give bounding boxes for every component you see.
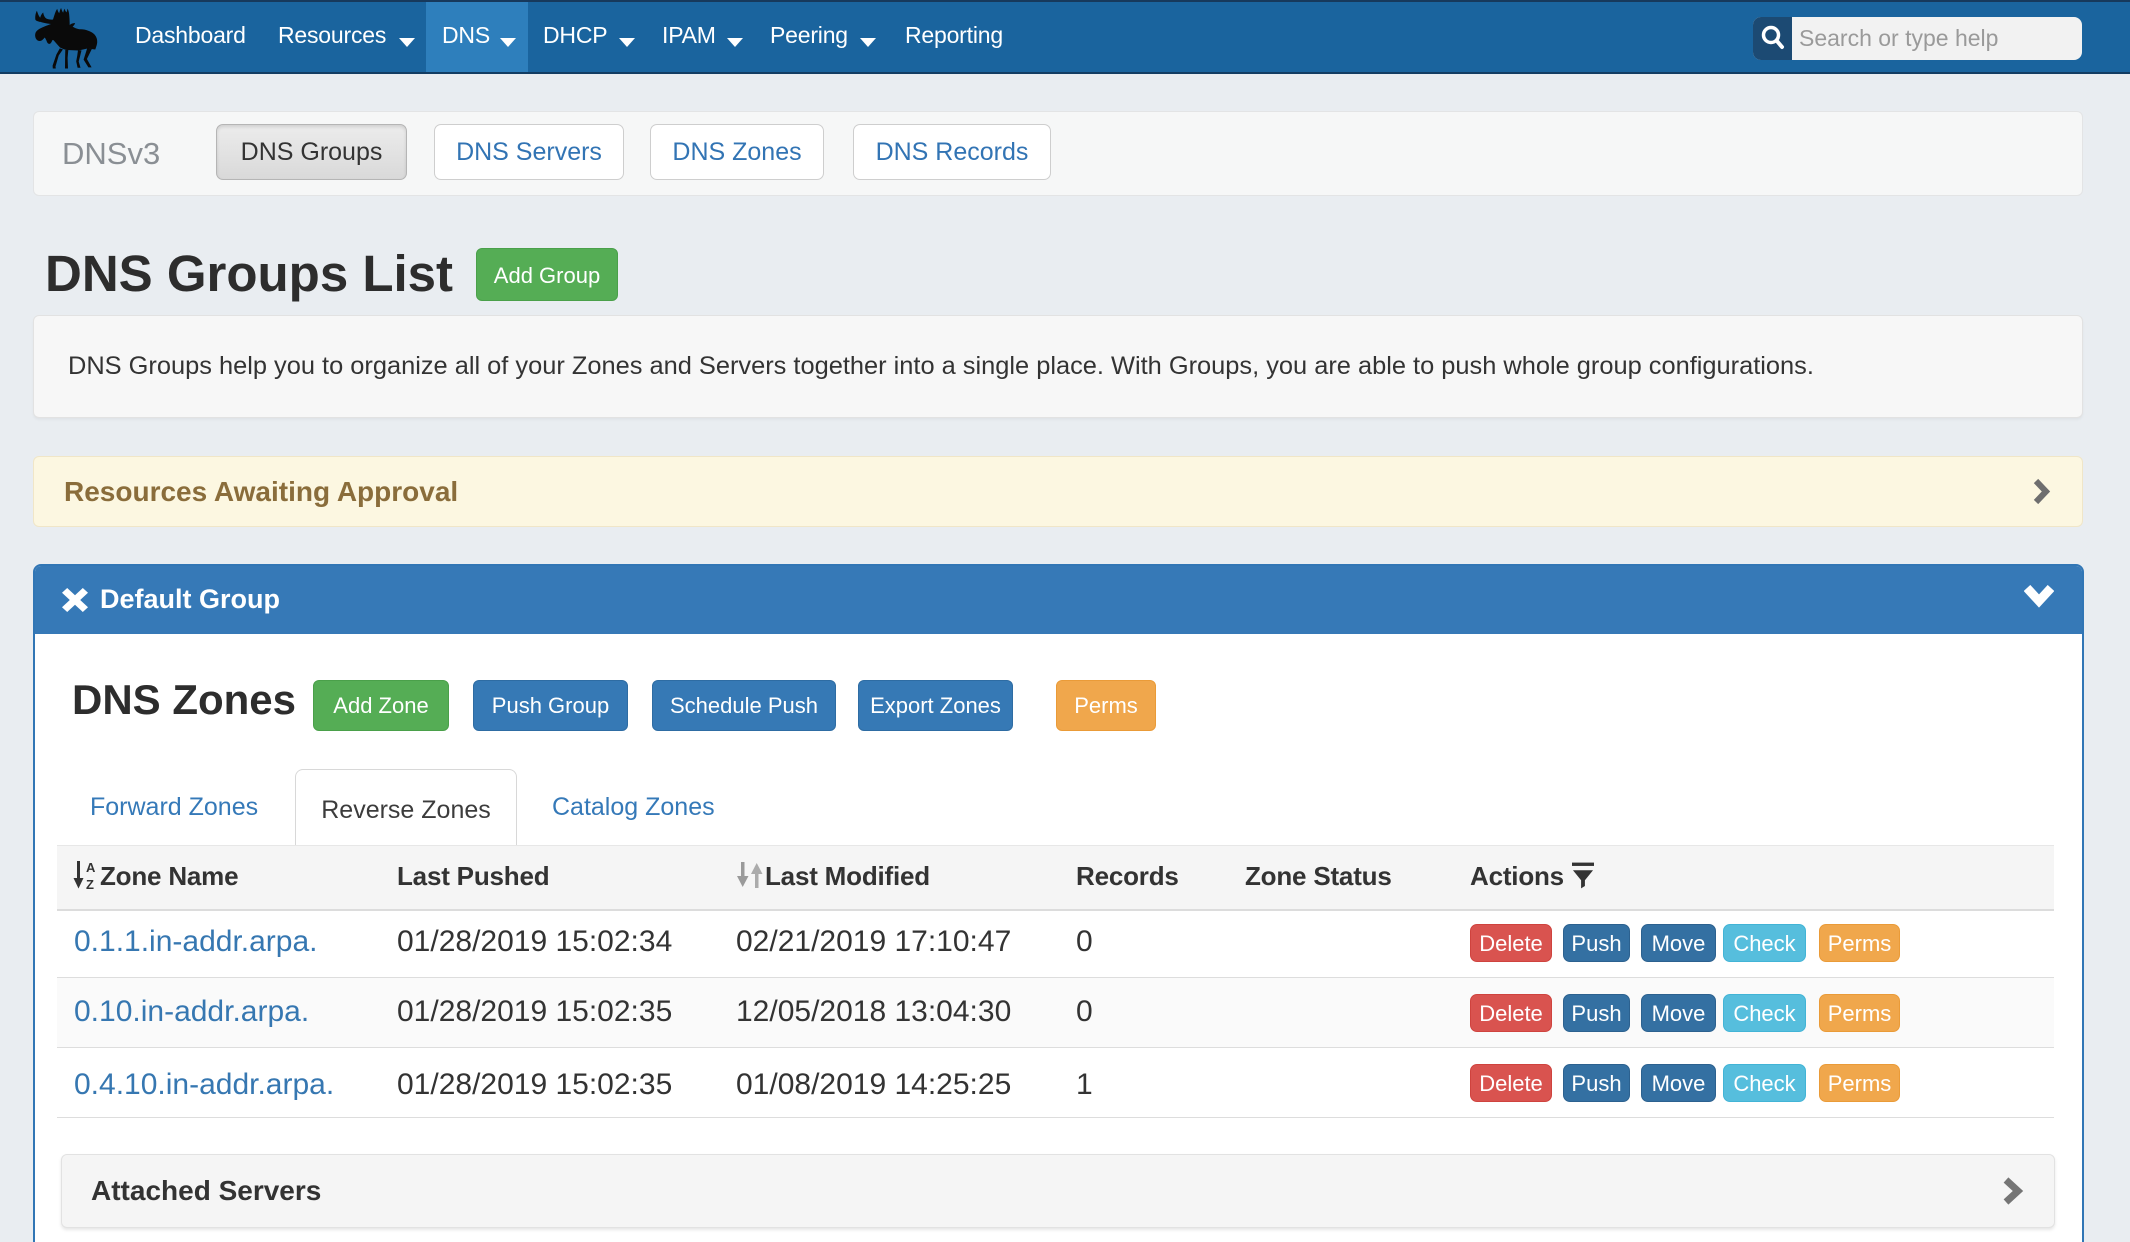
svg-text:Z: Z bbox=[86, 877, 94, 890]
svg-text:A: A bbox=[86, 860, 96, 875]
